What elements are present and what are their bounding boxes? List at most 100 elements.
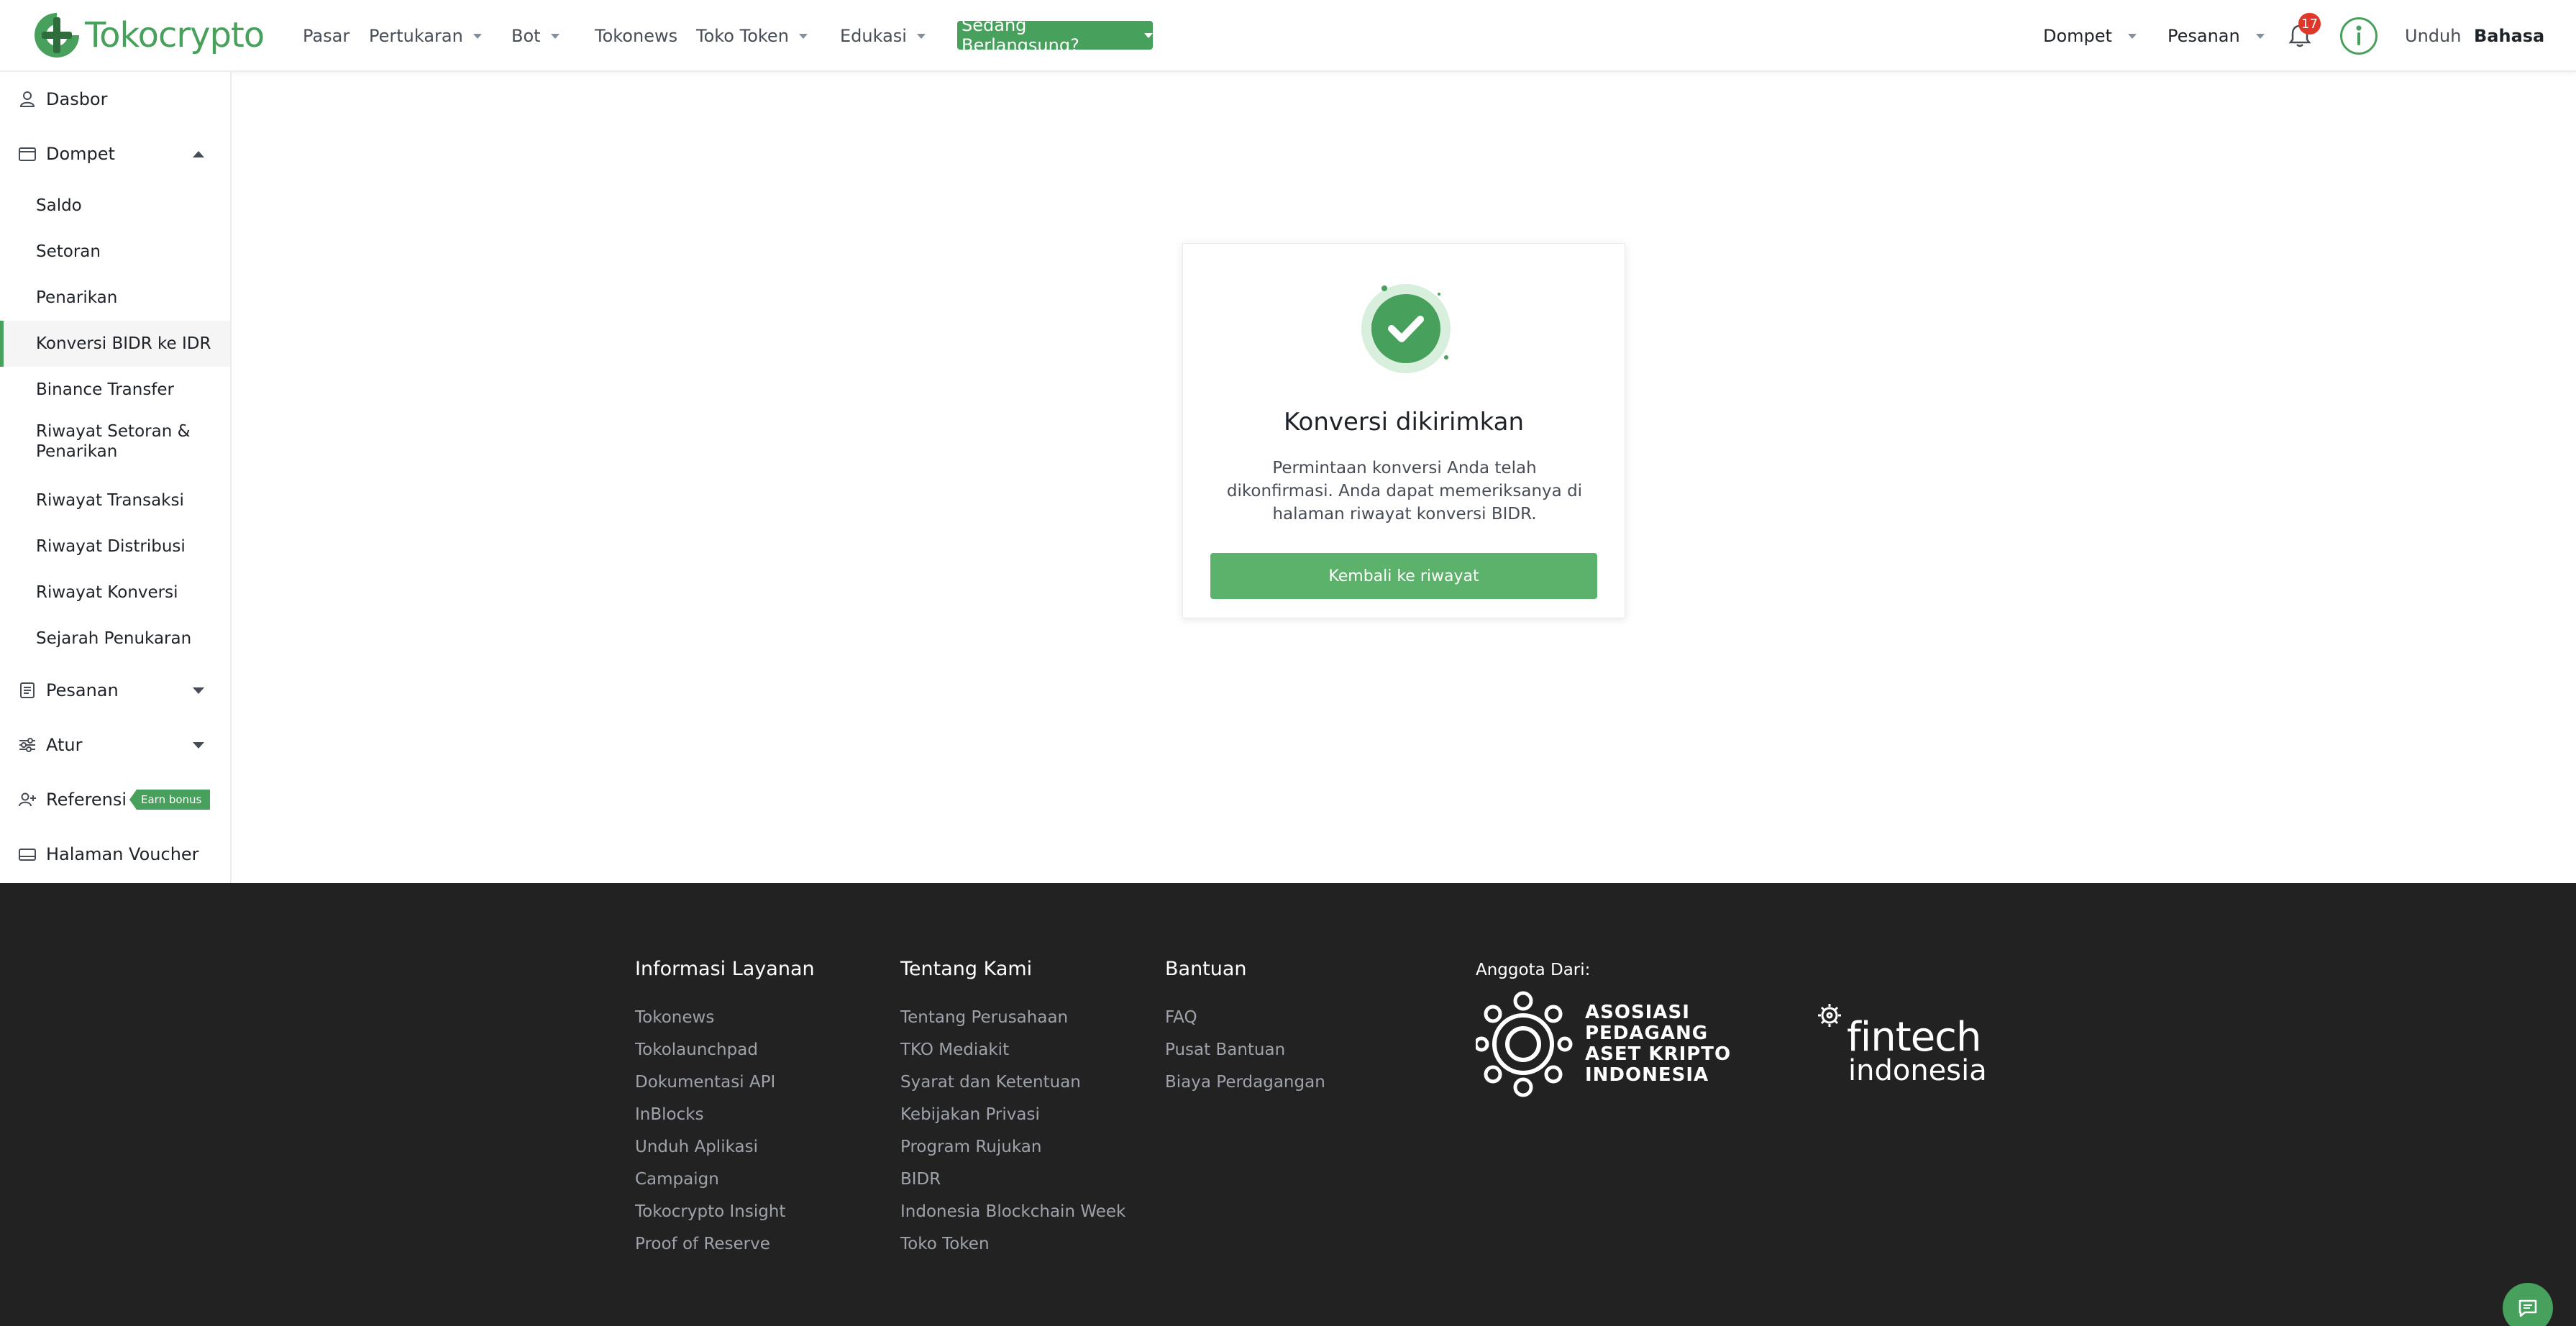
chevron-down-icon [1144,32,1153,38]
footer-link[interactable]: Dokumentasi API [635,1071,815,1104]
sidebar-subitem-label: Penarikan [36,288,118,307]
aspakrindo-line: ASOSIASI [1585,1002,1690,1023]
aspakrindo-line: ASET KRIPTO [1585,1043,1732,1065]
chevron-down-icon [472,33,482,39]
nav-wallet-menu[interactable]: Dompet [2043,0,2137,72]
nav-toko-token-label: Toko Token [696,26,789,46]
sidebar-subitem-sejarah-penukaran[interactable]: Sejarah Penukaran [0,623,230,654]
sidebar-subitem-binance-transfer[interactable]: Binance Transfer [0,374,230,406]
tokocrypto-logo[interactable]: Tokocrypto [32,10,265,60]
sidebar-subitem-riwayat-transaksi[interactable]: Riwayat Transaksi [0,485,230,516]
footer-link[interactable]: BIDR [900,1169,1125,1201]
download-link[interactable]: Unduh [2405,0,2461,72]
download-label: Unduh [2405,26,2462,46]
chevron-down-icon [550,33,559,39]
nav-pertukaran-label: Pertukaran [369,26,463,46]
logo-text: Tokocrypto [85,15,265,55]
sidebar-item-atur[interactable]: Atur [0,729,230,761]
conversion-success-card: Konversi dikirimkan Permintaan konversi … [1182,243,1625,618]
footer-heading: Bantuan [1165,958,1247,980]
sidebar-subitem-konversi-bidr[interactable]: Konversi BIDR ke IDR [0,321,230,367]
chat-icon [2518,1299,2537,1317]
top-navbar: Tokocrypto Pasar Pertukaran Bot Tokonews… [0,0,2576,72]
language-selector[interactable]: Bahasa [2474,0,2544,72]
sidebar-subitem-label: Riwayat Distribusi [36,537,186,556]
success-check-icon [1360,283,1452,375]
footer-column-tentang-kami: Tentang Kami Tentang Perusahaan TKO Medi… [900,958,1125,1266]
nav-bot[interactable]: Bot [511,0,559,72]
footer-link[interactable]: Biaya Perdagangan [1165,1071,1325,1104]
sidebar-item-label: Pesanan [46,680,119,700]
footer-link[interactable]: Indonesia Blockchain Week [900,1201,1125,1233]
orders-icon [20,682,35,698]
sidebar-item-dasbor[interactable]: Dasbor [0,83,230,115]
back-to-history-button[interactable]: Kembali ke riwayat [1210,553,1597,599]
aspakrindo-line: INDONESIA [1585,1064,1709,1086]
nav-pasar[interactable]: Pasar [303,0,350,72]
sidebar-subitem-label: Setoran [36,242,101,261]
footer-link[interactable]: Syarat dan Ketentuan [900,1071,1125,1104]
user-avatar[interactable] [2340,17,2378,55]
chevron-down-icon [798,33,808,39]
sidebar-item-dompet[interactable]: Dompet [0,138,230,170]
sidebar-item-referensi[interactable]: Referensi Earn bonus [0,784,230,815]
footer-link[interactable]: Toko Token [900,1233,1125,1266]
sidebar-item-label: Atur [46,735,83,755]
sidebar-item-label: Dasbor [46,89,108,109]
notification-badge: 17 [2298,13,2321,35]
sidebar-item-label: Halaman Voucher [46,844,199,864]
sidebar: Dasbor Dompet Saldo Setoran Penarikan Ko… [0,72,232,883]
sidebar-subitem-setoran[interactable]: Setoran [0,236,230,268]
nav-orders-menu[interactable]: Pesanan [2168,0,2265,72]
footer-link[interactable]: Proof of Reserve [635,1233,815,1266]
footer-link[interactable]: TKO Mediakit [900,1039,1125,1071]
sidebar-subitem-penarikan[interactable]: Penarikan [0,282,230,314]
footer-link[interactable]: Pusat Bantuan [1165,1039,1325,1071]
nav-toko-token[interactable]: Toko Token [696,0,808,72]
user-icon [2356,25,2362,45]
chevron-down-icon [193,687,204,694]
nav-tokonews-label: Tokonews [595,26,678,46]
sidebar-item-label: Referensi [46,790,127,810]
settings-sliders-icon [19,738,35,752]
sidebar-subitem-riwayat-setoran[interactable]: Riwayat Setoran & Penarikan [0,421,230,462]
chevron-down-icon [2127,33,2137,39]
sidebar-subitem-saldo[interactable]: Saldo [0,190,230,221]
footer-column-informasi-layanan: Informasi Layanan Tokonews Tokolaunchpad… [635,958,815,1266]
chevron-down-icon [2255,33,2265,39]
chevron-down-icon [916,33,926,39]
nav-tokonews[interactable]: Tokonews [595,0,677,72]
card-title: Konversi dikirimkan [1283,408,1525,436]
sidebar-item-halaman-voucher[interactable]: Halaman Voucher [0,838,230,870]
footer-link[interactable]: FAQ [1165,1007,1325,1039]
aspakrindo-line: PEDAGANG [1585,1023,1709,1044]
footer-link[interactable]: Program Rujukan [900,1136,1125,1169]
sidebar-item-pesanan[interactable]: Pesanan [0,675,230,706]
footer-heading: Informasi Layanan [635,958,815,980]
sidebar-subitem-label: Riwayat Konversi [36,583,178,602]
footer [0,883,2576,1326]
footer-link[interactable]: Tentang Perusahaan [900,1007,1125,1039]
sidebar-subitem-label: Riwayat Setoran & Penarikan [36,422,191,461]
footer-link[interactable]: Unduh Aplikasi [635,1136,815,1169]
nav-orders-label: Pesanan [2168,26,2240,46]
sidebar-subitem-label: Sejarah Penukaran [36,629,192,648]
footer-link[interactable]: Kebijakan Privasi [900,1104,1125,1136]
add-user-icon [19,792,36,807]
sidebar-subitem-riwayat-konversi[interactable]: Riwayat Konversi [0,577,230,608]
sidebar-subitem-label: Riwayat Transaksi [36,491,184,510]
language-label: Bahasa [2474,26,2545,46]
ongoing-events-button[interactable]: Sedang Berlangsung? [957,15,1153,55]
footer-link[interactable]: InBlocks [635,1104,815,1136]
sidebar-subitem-label: Saldo [36,196,82,215]
footer-link[interactable]: Tokonews [635,1007,815,1039]
voucher-icon [19,849,36,861]
footer-column-bantuan: Bantuan FAQ Pusat Bantuan Biaya Perdagan… [1165,958,1325,1104]
footer-link[interactable]: Tokocrypto Insight [635,1201,815,1233]
earn-bonus-badge: Earn bonus [129,790,211,810]
footer-link[interactable]: Tokolaunchpad [635,1039,815,1071]
nav-edukasi[interactable]: Edukasi [840,0,926,72]
footer-link[interactable]: Campaign [635,1169,815,1201]
sidebar-subitem-riwayat-distribusi[interactable]: Riwayat Distribusi [0,531,230,562]
nav-pertukaran[interactable]: Pertukaran [369,0,482,72]
